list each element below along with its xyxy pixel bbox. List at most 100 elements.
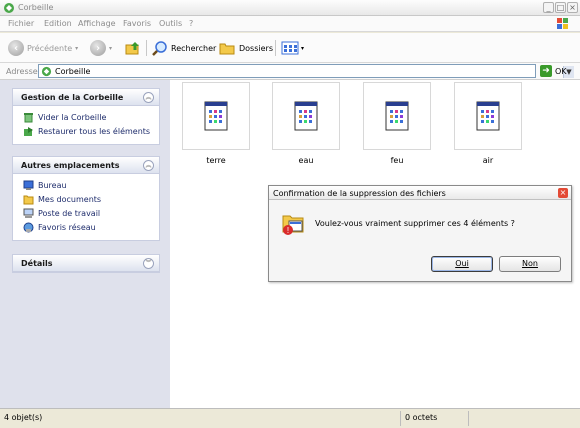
maximize-button[interactable]: □ [555, 2, 566, 13]
status-divider [400, 411, 401, 426]
close-button[interactable]: × [567, 2, 578, 13]
up-folder-icon [125, 42, 139, 55]
my-computer-link[interactable]: Poste de travail [13, 206, 159, 220]
my-documents-link[interactable]: Mes documents [13, 192, 159, 206]
menu-favoris[interactable]: Favoris [123, 19, 151, 28]
empty-recycle-bin-link[interactable]: Vider la Corbeille [13, 110, 159, 124]
back-button[interactable]: ‹ Précédente ▾ [8, 38, 78, 58]
network-icon [23, 222, 34, 232]
panel-title: Gestion de la Corbeille [21, 93, 124, 102]
address-value: Corbeille [55, 67, 91, 76]
document-icon [294, 101, 318, 131]
panel-title: Détails [21, 259, 53, 268]
menu-help[interactable]: ? [189, 19, 193, 28]
status-object-count: 4 objet(s) [4, 413, 43, 422]
file-item[interactable]: air [453, 82, 523, 165]
documents-folder-icon [23, 195, 34, 204]
no-label: Non [522, 259, 538, 268]
yes-label: Oui [455, 259, 469, 268]
address-label: Adresse [6, 67, 38, 76]
go-arrow-icon: ➜ [540, 65, 552, 77]
link-label: Vider la Corbeille [38, 112, 107, 122]
link-label: Restaurer tous les éléments [38, 126, 151, 136]
back-arrow-icon: ‹ [8, 40, 24, 56]
panel-other-places: Autres emplacements ︽ Bureau Mes documen… [12, 156, 160, 241]
file-thumbnail [182, 82, 250, 150]
panel-title: Autres emplacements [21, 161, 120, 170]
no-button[interactable]: Non [499, 256, 561, 272]
file-name: eau [298, 156, 314, 165]
back-dropdown-icon[interactable]: ▾ [75, 45, 78, 52]
window-title: Corbeille [18, 3, 54, 12]
panel-header[interactable]: Autres emplacements ︽ [13, 157, 159, 174]
forward-dropdown-icon[interactable]: ▾ [109, 45, 112, 52]
network-places-link[interactable]: Favoris réseau [13, 220, 159, 234]
link-label: Poste de travail [38, 208, 101, 218]
link-label: Mes documents [38, 194, 102, 204]
go-button[interactable]: ➜ OK [540, 65, 567, 77]
yes-button[interactable]: Oui [431, 256, 493, 272]
views-button[interactable]: ▾ [281, 38, 304, 58]
panel-header[interactable]: Gestion de la Corbeille ︽ [13, 89, 159, 106]
confirm-delete-dialog: Confirmation de la suppression des fichi… [268, 185, 572, 282]
menu-bar: Fichier Edition Affichage Favoris Outils… [0, 16, 580, 32]
file-thumbnail [363, 82, 431, 150]
dialog-title: Confirmation de la suppression des fichi… [273, 189, 446, 198]
dialog-close-icon[interactable]: × [558, 188, 568, 198]
collapse-icon[interactable]: ︽ [143, 160, 154, 171]
task-pane: Gestion de la Corbeille ︽ Vider la Corbe… [0, 80, 170, 408]
menu-fichier[interactable]: Fichier [8, 19, 34, 28]
computer-icon [23, 208, 34, 218]
search-label: Rechercher [171, 43, 217, 53]
menu-outils[interactable]: Outils [159, 19, 182, 28]
forward-button[interactable]: › ▾ [90, 38, 112, 58]
views-grid-icon [281, 41, 299, 55]
search-button[interactable]: Rechercher [151, 38, 216, 58]
folders-label: Dossiers [239, 43, 273, 53]
up-folder-button[interactable] [125, 38, 141, 58]
panel-header[interactable]: Détails ︾ [13, 255, 159, 272]
collapse-icon[interactable]: ︽ [143, 92, 154, 103]
status-size: 0 octets [405, 413, 438, 422]
delete-files-warning-icon: ! [282, 215, 304, 235]
menu-edition[interactable]: Edition [44, 19, 72, 28]
dialog-message: Voulez-vous vraiment supprimer ces 4 élé… [315, 219, 515, 228]
expand-icon[interactable]: ︾ [143, 258, 154, 269]
folders-icon [219, 43, 235, 55]
restore-all-link[interactable]: Restaurer tous les éléments [13, 124, 159, 138]
views-dropdown-icon[interactable]: ▾ [301, 45, 304, 52]
status-bar: 4 objet(s) 0 octets [0, 408, 580, 428]
address-input[interactable]: Corbeille ▼ [38, 64, 574, 78]
status-divider [468, 411, 469, 426]
link-label: Favoris réseau [38, 222, 96, 232]
dialog-title-bar: Confirmation de la suppression des fichi… [269, 186, 571, 200]
menu-affichage[interactable]: Affichage [78, 19, 116, 28]
recycle-bin-icon [4, 3, 14, 13]
search-icon [152, 40, 167, 56]
toolbar-separator [275, 40, 276, 56]
minimize-button[interactable]: _ [543, 2, 554, 13]
file-item[interactable]: feu [362, 82, 432, 165]
panel-recycle-tasks: Gestion de la Corbeille ︽ Vider la Corbe… [12, 88, 160, 145]
link-label: Bureau [38, 180, 67, 190]
svg-text:!: ! [287, 226, 289, 235]
file-name: terre [206, 156, 226, 165]
forward-arrow-icon: › [90, 40, 106, 56]
recycle-bin-icon [41, 66, 52, 77]
toolbar: ‹ Précédente ▾ › ▾ Rechercher Dossiers ▾ [0, 33, 580, 63]
toolbar-separator [146, 40, 147, 56]
recycle-bin-icon [24, 112, 33, 122]
file-thumbnail [454, 82, 522, 150]
address-bar: Adresse Corbeille ▼ ➜ OK [0, 63, 580, 80]
go-label: OK [555, 66, 567, 76]
back-label: Précédente [27, 43, 73, 53]
file-item[interactable]: eau [271, 82, 341, 165]
desktop-link[interactable]: Bureau [13, 178, 159, 192]
title-bar: Corbeille _ □ × [0, 0, 580, 16]
document-icon [204, 101, 228, 131]
file-item[interactable]: terre [181, 82, 251, 165]
windows-logo-icon [557, 18, 568, 29]
panel-details: Détails ︾ [12, 254, 160, 273]
file-name: feu [390, 156, 404, 165]
folders-button[interactable]: Dossiers [219, 38, 273, 58]
